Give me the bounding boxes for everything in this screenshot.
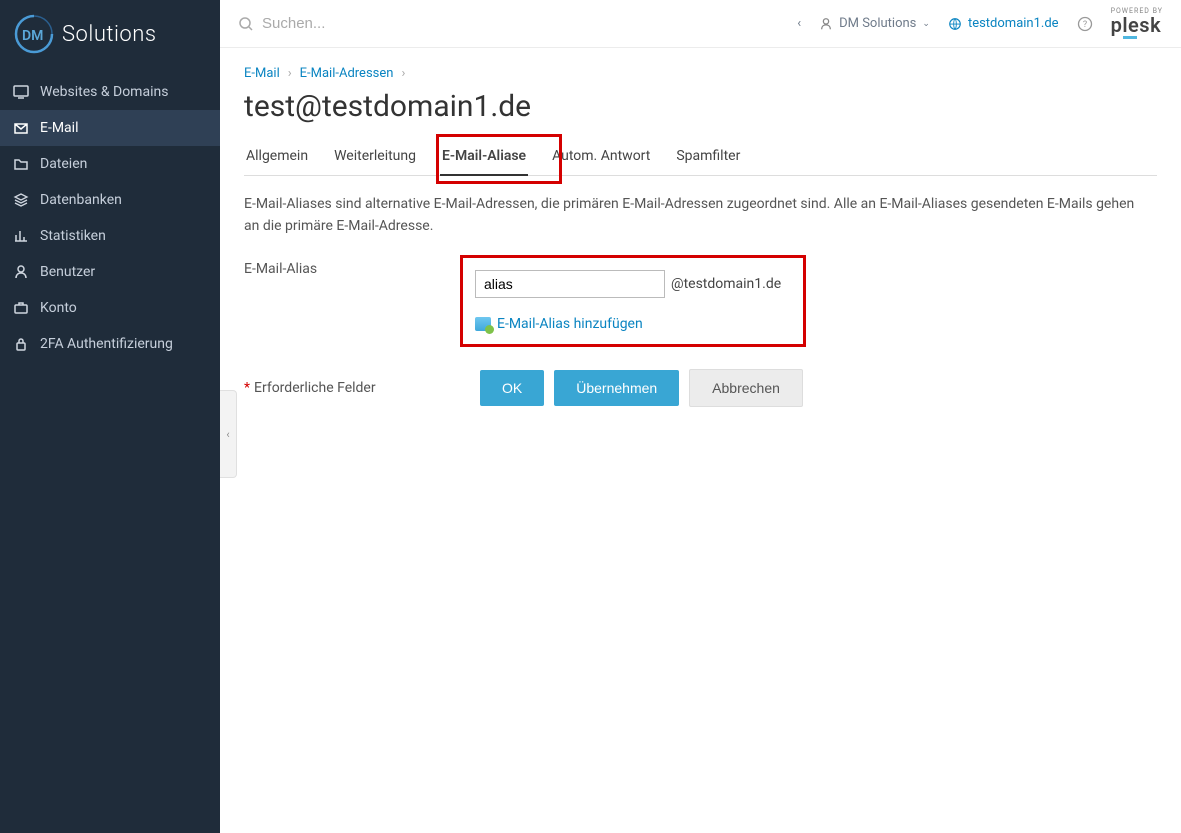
tab-general[interactable]: Allgemein <box>244 142 310 175</box>
briefcase-icon <box>12 299 30 317</box>
breadcrumb-addresses[interactable]: E-Mail-Adressen <box>300 66 394 81</box>
add-alias-link[interactable]: E-Mail-Alias hinzufügen <box>475 316 791 332</box>
alias-label: E-Mail-Alias <box>244 255 460 277</box>
chevron-left-icon: ‹ <box>797 16 801 31</box>
page-title: test@testdomain1.de <box>244 89 1157 124</box>
add-alias-icon <box>475 317 491 331</box>
plesk-logo-text: plesk <box>1111 15 1162 35</box>
sidebar-item-2fa[interactable]: 2FA Authentifizierung <box>0 326 220 362</box>
required-fields-note: *Erforderliche Felder <box>244 380 376 396</box>
search-wrap <box>238 15 787 32</box>
alias-domain-suffix: @testdomain1.de <box>671 276 781 292</box>
sidebar-item-label: E-Mail <box>40 120 78 136</box>
envelope-icon <box>12 119 30 137</box>
logo-text: Solutions <box>62 22 157 47</box>
search-icon <box>238 16 254 32</box>
required-asterisk: * <box>244 380 250 396</box>
globe-icon <box>948 17 962 31</box>
search-input[interactable] <box>262 15 582 32</box>
user-icon <box>819 17 833 31</box>
brand-logo: DM Solutions <box>0 0 220 74</box>
tab-aliases[interactable]: E-Mail-Aliase <box>440 142 528 176</box>
form-footer: *Erforderliche Felder OK Übernehmen Abbr… <box>244 369 1157 407</box>
plesk-underline <box>1123 36 1137 39</box>
chevron-right-icon: › <box>288 66 292 81</box>
topbar-help[interactable]: ? <box>1077 16 1093 32</box>
account-name: DM Solutions <box>839 16 916 31</box>
tab-autoresponder[interactable]: Autom. Antwort <box>550 142 652 175</box>
chevron-down-icon: ⌄ <box>922 19 930 29</box>
alias-input[interactable] <box>475 270 665 298</box>
sidebar-item-email[interactable]: E-Mail <box>0 110 220 146</box>
sidebar-item-label: 2FA Authentifizierung <box>40 336 173 352</box>
logo-icon: DM <box>12 12 56 56</box>
alias-input-line: @testdomain1.de <box>475 270 791 298</box>
tab-spamfilter[interactable]: Spamfilter <box>674 142 742 175</box>
lock-icon <box>12 335 30 353</box>
sidebar-item-databases[interactable]: Datenbanken <box>0 182 220 218</box>
button-row: OK Übernehmen Abbrechen <box>480 369 803 407</box>
sidebar-item-websites[interactable]: Websites & Domains <box>0 74 220 110</box>
sidebar-item-label: Statistiken <box>40 228 106 244</box>
sidebar-item-label: Konto <box>40 300 77 316</box>
chevron-right-icon: › <box>401 66 405 81</box>
sidebar-item-label: Datenbanken <box>40 192 122 208</box>
sidebar: DM Solutions Websites & Domains E-Mail D… <box>0 0 220 833</box>
help-icon: ? <box>1077 16 1093 32</box>
chart-icon <box>12 227 30 245</box>
breadcrumb: E-Mail › E-Mail-Adressen › <box>244 66 1157 81</box>
topbar-account[interactable]: DM Solutions ⌄ <box>819 16 930 31</box>
sidebar-item-label: Benutzer <box>40 264 95 280</box>
sidebar-nav: Websites & Domains E-Mail Dateien Datenb… <box>0 74 220 362</box>
user-icon <box>12 263 30 281</box>
tabs: Allgemein Weiterleitung E-Mail-Aliase Au… <box>244 142 1157 176</box>
folder-icon <box>12 155 30 173</box>
monitor-icon <box>12 83 30 101</box>
main-content: E-Mail › E-Mail-Adressen › test@testdoma… <box>220 48 1181 833</box>
sidebar-item-statistics[interactable]: Statistiken <box>0 218 220 254</box>
breadcrumb-email[interactable]: E-Mail <box>244 66 280 81</box>
add-alias-label: E-Mail-Alias hinzufügen <box>497 316 643 332</box>
domain-name: testdomain1.de <box>968 16 1059 31</box>
plesk-brand: POWERED BY plesk <box>1111 8 1163 39</box>
topbar-right: ‹ DM Solutions ⌄ testdomain1.de ? POWERE… <box>797 8 1163 39</box>
sidebar-item-users[interactable]: Benutzer <box>0 254 220 290</box>
sidebar-item-account[interactable]: Konto <box>0 290 220 326</box>
logo-prefix: DM <box>22 28 43 44</box>
alias-form-highlight: @testdomain1.de E-Mail-Alias hinzufügen <box>460 255 806 347</box>
tab-forwarding[interactable]: Weiterleitung <box>332 142 418 175</box>
sidebar-item-label: Websites & Domains <box>40 84 168 100</box>
cancel-button[interactable]: Abbrechen <box>689 369 803 407</box>
topbar-back[interactable]: ‹ <box>797 16 801 31</box>
description-text: E-Mail-Aliases sind alternative E-Mail-A… <box>244 194 1144 237</box>
topbar-domain-link[interactable]: testdomain1.de <box>948 16 1059 31</box>
layers-icon <box>12 191 30 209</box>
alias-form-row: E-Mail-Alias @testdomain1.de E-Mail-Alia… <box>244 255 1157 347</box>
svg-text:?: ? <box>1082 20 1086 30</box>
sidebar-item-files[interactable]: Dateien <box>0 146 220 182</box>
topbar: ‹ DM Solutions ⌄ testdomain1.de ? POWERE… <box>220 0 1181 48</box>
apply-button[interactable]: Übernehmen <box>554 370 679 406</box>
ok-button[interactable]: OK <box>480 370 544 406</box>
sidebar-item-label: Dateien <box>40 156 87 172</box>
